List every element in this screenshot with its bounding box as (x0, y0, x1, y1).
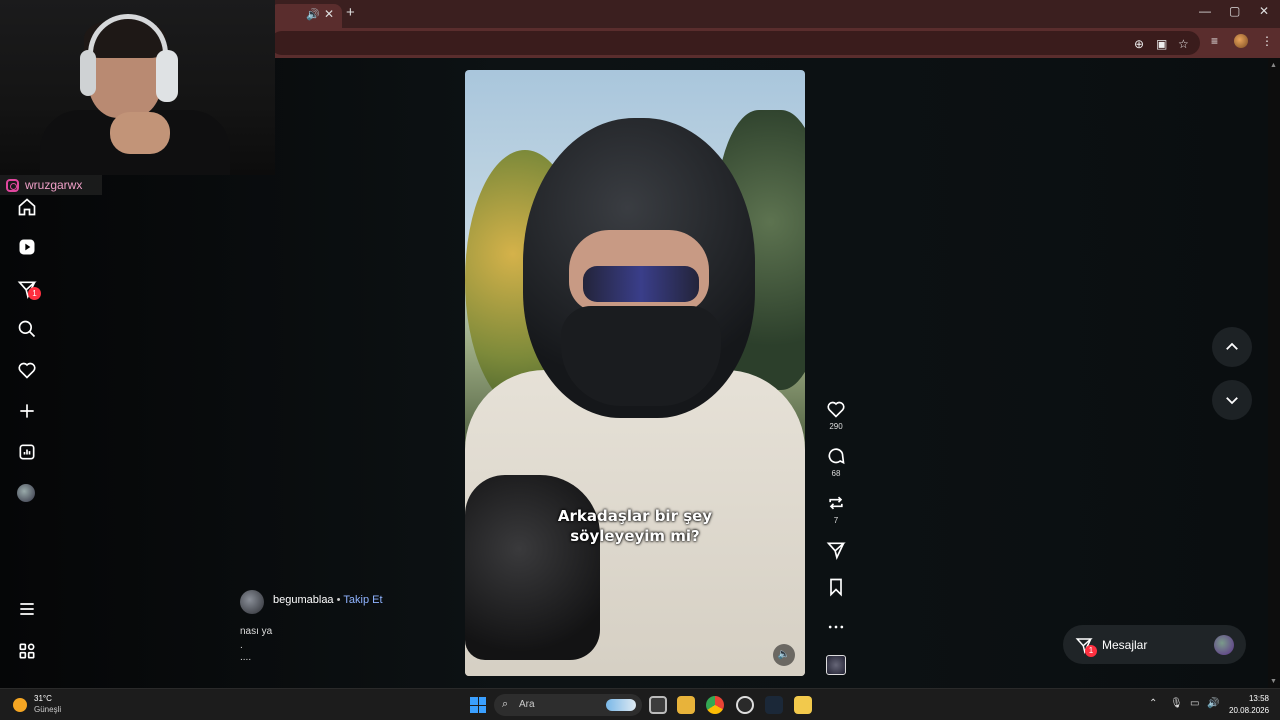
address-bar[interactable]: ⊕ ▣ ☆ (270, 31, 1200, 55)
more-options-button[interactable] (823, 617, 849, 637)
follow-button[interactable]: Takip Et (343, 594, 382, 606)
scroll-down-arrow-icon[interactable]: ▼ (1270, 678, 1277, 685)
volume-icon[interactable]: 🔊 (1207, 698, 1219, 709)
home-icon[interactable] (16, 196, 38, 218)
repost-count: 7 (833, 516, 839, 525)
restore-icon[interactable]: ▢ (1229, 4, 1240, 18)
create-plus-icon[interactable] (16, 400, 38, 422)
heart-icon[interactable] (16, 359, 38, 381)
audio-track-thumbnail[interactable] (826, 655, 846, 675)
profile-nav-avatar[interactable] (17, 484, 35, 502)
search-icon[interactable] (16, 318, 38, 340)
repost-button[interactable]: 7 (823, 493, 849, 525)
taskbar-search[interactable]: ⌕ Ara (494, 694, 642, 716)
steam-icon[interactable] (765, 696, 783, 714)
taskbar-search-placeholder: Ara (519, 699, 535, 710)
tray-overflow-chevron-icon[interactable]: ⌃ (1149, 698, 1157, 709)
browser-menu-icon[interactable]: ⋮ (1261, 34, 1273, 48)
notification-badge: 1 (28, 287, 41, 300)
file-explorer-icon[interactable] (677, 696, 695, 714)
weather-sun-icon[interactable] (13, 698, 27, 712)
previous-reel-button[interactable] (1212, 327, 1252, 367)
repost-icon (829, 496, 843, 510)
separator-dot: • (336, 594, 341, 606)
clock-time: 13:58 (1248, 694, 1269, 703)
profile-avatar[interactable] (1234, 34, 1248, 48)
comment-icon (828, 448, 845, 465)
page-scrollbar[interactable]: ▲ ▼ (1268, 58, 1280, 688)
active-tab[interactable]: 🔊 ✕ (270, 4, 342, 28)
comment-button[interactable]: 68 (823, 446, 849, 478)
system-clock[interactable]: 13:58 20.08.2026 (1229, 693, 1269, 717)
like-count: 290 (829, 422, 843, 431)
search-highlight-image (606, 699, 636, 711)
chevron-down-icon (1226, 397, 1238, 405)
minimize-icon[interactable]: — (1199, 4, 1211, 18)
taskbar: 31°C Güneşli ⌕ Ara ⌃ 🎙 ▭ 🔊 13:58 20.08.2… (0, 688, 1280, 720)
heart-outline-icon (827, 401, 845, 418)
description-line: . (240, 640, 243, 651)
author-avatar[interactable] (240, 590, 264, 614)
streamer-handle: wruzgarwx (0, 175, 102, 195)
bookmark-icon (830, 578, 842, 597)
microphone-icon[interactable]: 🎙 (1170, 698, 1183, 709)
messages-label: Mesajlar (1102, 638, 1148, 652)
description-line: nası ya (240, 626, 273, 637)
messages-badge: 1 (1085, 645, 1097, 657)
share-button[interactable] (823, 540, 849, 560)
chrome-icon[interactable] (706, 696, 724, 714)
messages-button[interactable]: 1 Mesajlar (1063, 625, 1246, 664)
new-tab-button[interactable]: + (346, 4, 355, 21)
weather-condition[interactable]: Güneşli (34, 705, 61, 714)
save-button[interactable] (823, 577, 849, 597)
weather-temperature[interactable]: 31°C (34, 694, 52, 703)
reel-video[interactable]: Arkadaşlar bir şey söyleyeyim mi? 🔈 (465, 70, 805, 676)
network-icon[interactable]: ▭ (1190, 698, 1199, 709)
video-caption: Arkadaşlar bir şey söyleyeyim mi? (465, 506, 805, 546)
comment-count: 68 (831, 469, 841, 478)
chevron-up-icon (1226, 342, 1238, 350)
share-icon (826, 542, 846, 560)
next-reel-button[interactable] (1212, 380, 1252, 420)
more-menu-icon[interactable] (16, 598, 38, 620)
description-line: .... (240, 652, 252, 663)
tab-search-icon[interactable]: ≡ (1211, 34, 1218, 48)
clock-date: 20.08.2026 (1229, 706, 1270, 715)
tab-audio-icon[interactable]: 🔊 (306, 8, 320, 21)
like-button[interactable]: 290 (823, 399, 849, 431)
zoom-icon[interactable]: ⊕ (1134, 37, 1144, 51)
ellipsis-icon (828, 625, 844, 629)
author-row: begumablaa • Takip Et (273, 594, 383, 606)
notes-app-icon[interactable] (794, 696, 812, 714)
cast-icon[interactable]: ▣ (1156, 37, 1167, 51)
caption-line-1: Arkadaşlar bir şey (557, 507, 713, 525)
search-magnifier-icon: ⌕ (502, 698, 509, 710)
mute-toggle-icon[interactable]: 🔈 (773, 644, 795, 666)
start-windows-icon[interactable] (470, 697, 486, 713)
tab-close-icon[interactable]: ✕ (324, 7, 334, 21)
also-from-meta-icon[interactable] (16, 640, 38, 662)
reels-icon[interactable] (16, 236, 38, 258)
task-view-icon[interactable] (649, 696, 667, 714)
author-username[interactable]: begumablaa (273, 594, 334, 606)
window-close-icon[interactable]: ✕ (1259, 4, 1269, 18)
caption-line-2: söyleyeyim mi? (570, 527, 700, 545)
dashboard-icon[interactable] (16, 441, 38, 463)
messages-avatar (1214, 635, 1234, 655)
instagram-icon (6, 178, 19, 192)
scroll-up-arrow-icon[interactable]: ▲ (1270, 62, 1277, 69)
webcam-overlay (0, 0, 275, 175)
performance-app-icon[interactable] (736, 696, 754, 714)
streamer-handle-text: wruzgarwx (25, 178, 83, 192)
bookmark-star-icon[interactable]: ☆ (1178, 37, 1189, 51)
